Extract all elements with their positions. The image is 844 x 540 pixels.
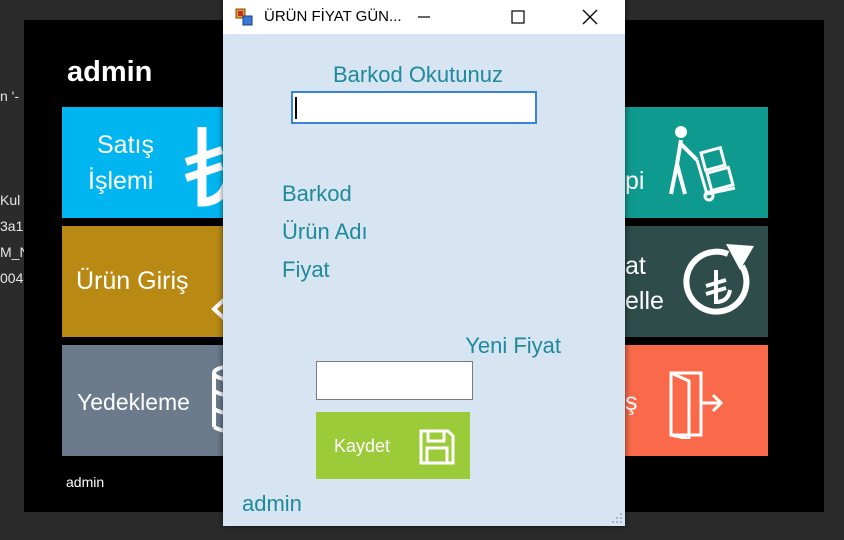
product-entry-tile-label: Ürün Giriş [76, 267, 189, 295]
close-icon [582, 9, 598, 25]
barcode-prompt: Barkod Okutunuz [333, 62, 503, 87]
exit-tile-label: ş [625, 388, 638, 416]
minimize-button[interactable] [401, 0, 447, 34]
refresh-lira-icon [683, 244, 754, 315]
dialog-titlebar[interactable]: ÜRÜN FİYAT GÜN... [223, 0, 625, 34]
backup-tile[interactable]: Yedekleme [62, 345, 232, 456]
update-tile[interactable]: at elle [625, 226, 768, 337]
update-tile-label-1: at [625, 252, 646, 280]
exit-tile[interactable]: ş [625, 345, 768, 456]
price-label: Fiyat [282, 257, 330, 282]
barcode-input[interactable] [291, 91, 537, 124]
background-text-5: 004 [0, 270, 24, 286]
sales-tile-label-1: Satış [97, 131, 154, 159]
main-footer-user: admin [66, 474, 105, 490]
new-price-input[interactable] [316, 361, 473, 400]
dialog-user: admin [242, 491, 302, 516]
background-text-3: 3a1 [0, 218, 24, 234]
minimize-icon [418, 16, 430, 18]
sales-tile[interactable]: Satış İşlemi [62, 107, 232, 218]
backup-tile-label: Yedekleme [77, 389, 190, 415]
product-name-label: Ürün Adı [282, 219, 368, 244]
maximize-icon [511, 10, 525, 24]
save-button-label: Kaydet [334, 436, 391, 456]
exit-door-icon [669, 371, 724, 439]
text-caret [295, 97, 297, 119]
barcode-label: Barkod [282, 181, 352, 206]
maximize-button[interactable] [495, 0, 541, 34]
delivery-tile-label: pi [625, 167, 645, 195]
save-button[interactable]: Kaydet [316, 412, 470, 479]
close-button[interactable] [567, 0, 613, 34]
product-entry-tile[interactable]: Ürün Giriş [62, 226, 232, 337]
delivery-tile[interactable]: pi [625, 107, 768, 218]
main-title: admin [67, 56, 153, 88]
resize-grip-icon[interactable] [611, 512, 623, 524]
update-tile-label-2: elle [625, 287, 664, 315]
price-update-dialog: ÜRÜN FİYAT GÜN... Barkod Okutunuz Barkod… [223, 0, 625, 526]
hand-truck-icon [669, 126, 736, 202]
background-text-2: Kul [0, 192, 21, 208]
floppy-disk-icon [419, 429, 455, 465]
app-icon [235, 8, 253, 26]
background-text-1: n '- [0, 88, 20, 104]
sales-tile-label-2: İşlemi [88, 167, 154, 195]
new-price-label: Yeni Fiyat [465, 333, 561, 358]
dialog-title: ÜRÜN FİYAT GÜN... [264, 8, 402, 25]
